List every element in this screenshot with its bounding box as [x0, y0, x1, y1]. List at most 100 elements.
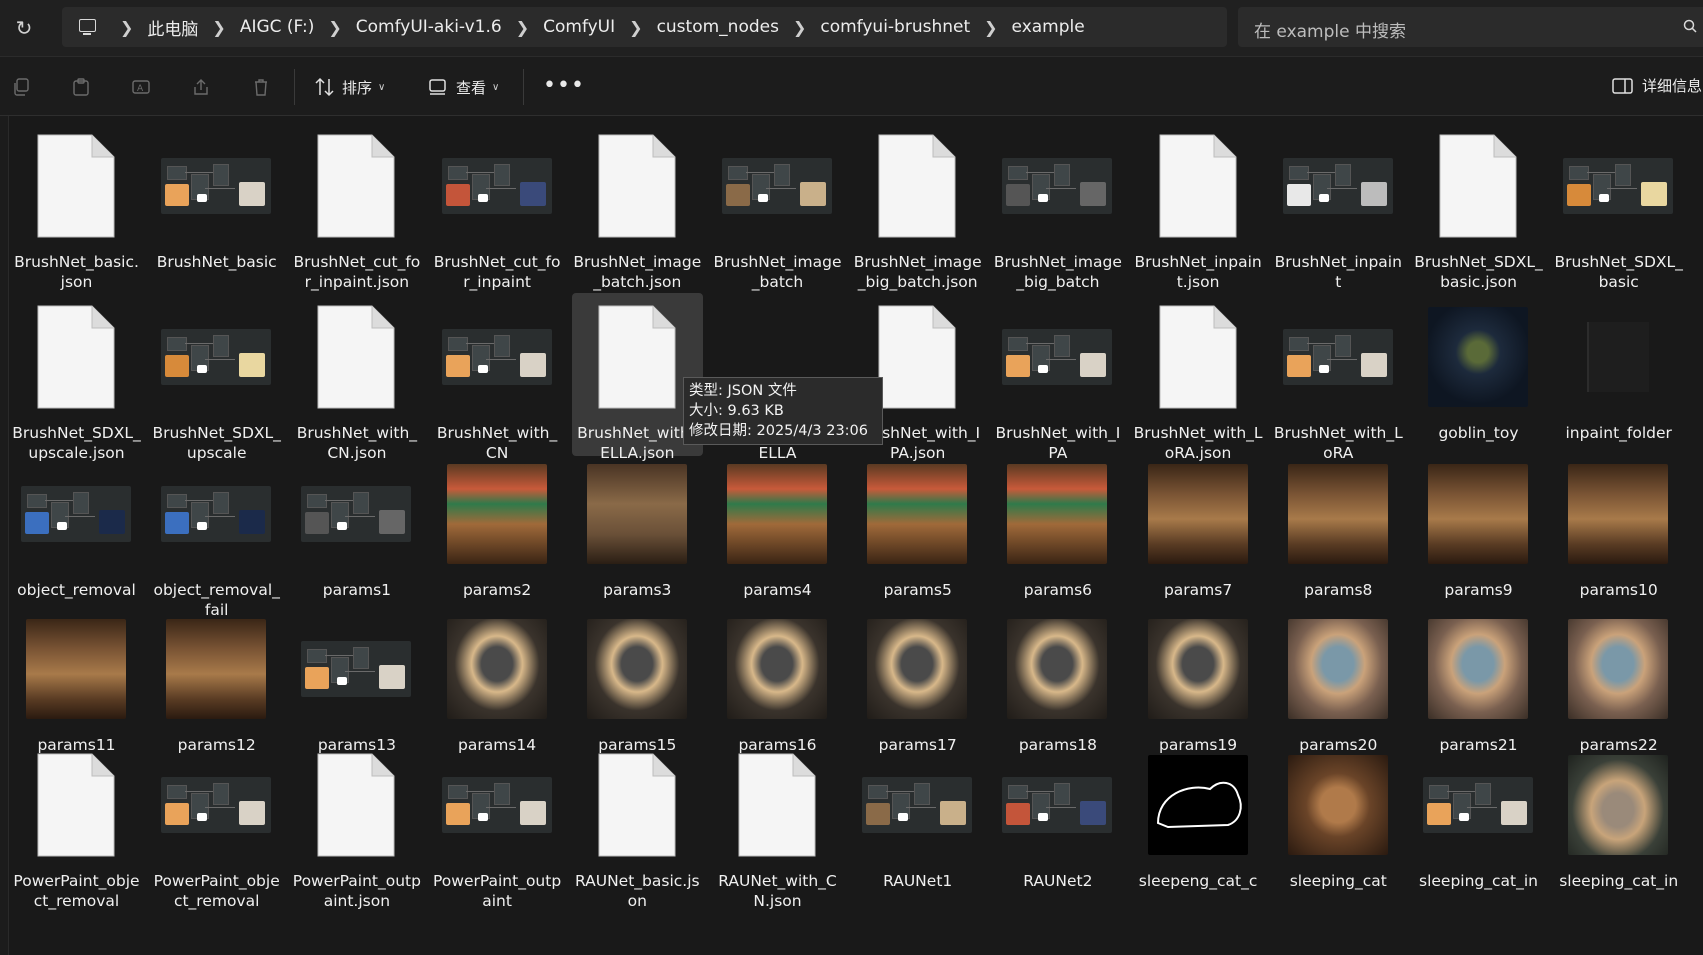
file-item[interactable]: sleepeng_cat_c — [1133, 741, 1264, 890]
file-item[interactable]: params9 — [1413, 450, 1544, 604]
workflow-thumbnail — [301, 615, 412, 723]
search-placeholder: 在 example 中搜索 — [1254, 22, 1406, 42]
file-item[interactable]: params19 — [1133, 605, 1264, 754]
file-item[interactable]: BrushNet_image_big_batch — [992, 122, 1123, 291]
file-item[interactable]: BrushNet_cut_for_inpaint.json — [291, 122, 422, 291]
file-item[interactable]: params6 — [992, 450, 1123, 604]
file-item[interactable]: BrushNet_basic.json — [11, 122, 142, 291]
refresh-icon[interactable]: ↻ — [12, 16, 36, 40]
breadcrumb-item-drive[interactable]: AIGC (F:) — [240, 17, 315, 37]
file-item[interactable]: params4 — [712, 450, 843, 604]
json-file-icon — [722, 751, 832, 859]
sort-button[interactable]: 排序 ∨ — [314, 75, 385, 99]
rename-icon[interactable]: A — [132, 78, 150, 96]
image-thumbnail — [1143, 751, 1253, 859]
file-item[interactable]: params18 — [992, 605, 1123, 754]
file-item[interactable]: params3 — [572, 450, 703, 604]
file-item[interactable]: params2 — [432, 450, 563, 604]
file-item[interactable]: BrushNet_SDXL_basic.json — [1413, 122, 1544, 291]
json-file-icon — [582, 303, 692, 411]
file-item[interactable]: RAUNet1 — [852, 741, 983, 890]
file-item[interactable]: sleeping_cat_in — [1553, 741, 1684, 890]
file-name: params5 — [883, 581, 952, 599]
file-item[interactable]: sleeping_cat_in — [1413, 741, 1544, 890]
file-item[interactable]: PowerPaint_object_removal — [11, 741, 142, 910]
file-item[interactable]: params14 — [432, 605, 563, 754]
file-item[interactable]: BrushNet_image_big_batch.json — [852, 122, 983, 291]
file-item[interactable]: RAUNet2 — [992, 741, 1123, 890]
file-item[interactable]: BrushNet_with_LoRA — [1273, 293, 1404, 462]
file-item[interactable]: BrushNet_with_IPA — [992, 293, 1123, 462]
chevron-right-icon[interactable]: ❯ — [120, 18, 133, 37]
file-item[interactable]: object_removal_fail — [151, 450, 282, 619]
file-item[interactable]: object_removal — [11, 450, 142, 604]
view-button[interactable]: 查看 ∨ — [428, 75, 499, 99]
image-thumbnail — [722, 615, 832, 723]
chevron-right-icon[interactable]: ❯ — [629, 18, 642, 37]
file-item[interactable]: params20 — [1273, 605, 1404, 754]
breadcrumb-item-brushnet[interactable]: comfyui-brushnet — [820, 17, 970, 37]
breadcrumb-item-comfyui-aki[interactable]: ComfyUI-aki-v1.6 — [356, 17, 502, 37]
file-item[interactable]: goblin_toy — [1413, 293, 1544, 456]
file-item[interactable]: params22 — [1553, 605, 1684, 754]
chevron-right-icon[interactable]: ❯ — [793, 18, 806, 37]
chevron-right-icon[interactable]: ❯ — [328, 18, 341, 37]
image-thumbnail — [722, 460, 832, 568]
json-file-icon — [301, 751, 411, 859]
tooltip-size: 大小: 9.63 KB — [689, 403, 784, 419]
workflow-thumbnail — [301, 460, 412, 568]
breadcrumb[interactable]: ❯ 此电脑 ❯ AIGC (F:) ❯ ComfyUI-aki-v1.6 ❯ C… — [62, 7, 1227, 47]
file-item[interactable]: BrushNet_with_LoRA.json — [1133, 293, 1264, 462]
file-item[interactable]: BrushNet_inpaint.json — [1133, 122, 1264, 291]
file-item[interactable]: BrushNet_image_batch.json — [572, 122, 703, 291]
file-item[interactable]: BrushNet_with_CN.json — [291, 293, 422, 462]
file-item[interactable]: params1 — [291, 450, 422, 604]
file-item[interactable]: params11 — [11, 605, 142, 754]
json-file-icon — [1143, 132, 1253, 240]
file-item[interactable]: sleeping_cat — [1273, 741, 1404, 890]
image-thumbnail — [1283, 751, 1393, 859]
file-item[interactable]: params13 — [291, 605, 422, 754]
file-item[interactable]: BrushNet_cut_for_inpaint — [432, 122, 563, 291]
details-pane-button[interactable]: 详细信息 — [1612, 75, 1702, 96]
file-item[interactable]: params10 — [1553, 450, 1684, 604]
paste-icon[interactable] — [72, 78, 90, 96]
chevron-right-icon[interactable]: ❯ — [984, 18, 997, 37]
file-item[interactable]: BrushNet_inpaint — [1273, 122, 1404, 291]
file-name: params3 — [603, 581, 672, 599]
file-item[interactable]: params8 — [1273, 450, 1404, 604]
file-item[interactable]: params5 — [852, 450, 983, 604]
file-item[interactable]: BrushNet_SDXL_upscale.json — [11, 293, 142, 462]
file-item[interactable]: RAUNet_basic.json — [572, 741, 703, 910]
file-item[interactable]: params17 — [852, 605, 983, 754]
file-item[interactable]: PowerPaint_outpaint — [432, 741, 563, 910]
file-item[interactable]: BrushNet_SDXL_basic — [1553, 122, 1684, 291]
search-input[interactable]: 在 example 中搜索 — [1238, 7, 1703, 47]
file-item[interactable]: BrushNet_with_CN — [432, 293, 563, 462]
file-item[interactable]: params7 — [1133, 450, 1264, 604]
file-item[interactable]: PowerPaint_object_removal — [151, 741, 282, 910]
file-item[interactable]: BrushNet_image_batch — [712, 122, 843, 291]
file-item[interactable]: BrushNet_SDXL_upscale — [151, 293, 282, 462]
file-item[interactable]: params12 — [151, 605, 282, 754]
file-item[interactable]: PowerPaint_outpaint.json — [291, 741, 422, 910]
chevron-right-icon[interactable]: ❯ — [516, 18, 529, 37]
breadcrumb-item-example[interactable]: example — [1012, 17, 1085, 37]
breadcrumb-item-comfyui[interactable]: ComfyUI — [543, 17, 615, 37]
toolbar-divider — [523, 69, 524, 105]
search-icon[interactable] — [1683, 19, 1697, 33]
file-item[interactable]: BrushNet_basic — [151, 122, 282, 289]
breadcrumb-item-this-pc[interactable]: 此电脑 — [147, 15, 198, 40]
file-item[interactable]: params15 — [572, 605, 703, 754]
file-item[interactable]: inpaint_folder — [1553, 293, 1684, 456]
file-name: BrushNet_image_batch — [713, 253, 842, 291]
file-item[interactable]: params16 — [712, 605, 843, 754]
copy-icon[interactable] — [12, 78, 30, 96]
breadcrumb-item-custom-nodes[interactable]: custom_nodes — [657, 17, 779, 37]
delete-icon[interactable] — [252, 78, 270, 96]
file-item[interactable]: params21 — [1413, 605, 1544, 754]
file-item[interactable]: RAUNet_with_CN.json — [712, 741, 843, 910]
chevron-right-icon[interactable]: ❯ — [212, 18, 225, 37]
share-icon[interactable] — [192, 78, 210, 96]
more-options-button[interactable]: ••• — [543, 73, 585, 98]
